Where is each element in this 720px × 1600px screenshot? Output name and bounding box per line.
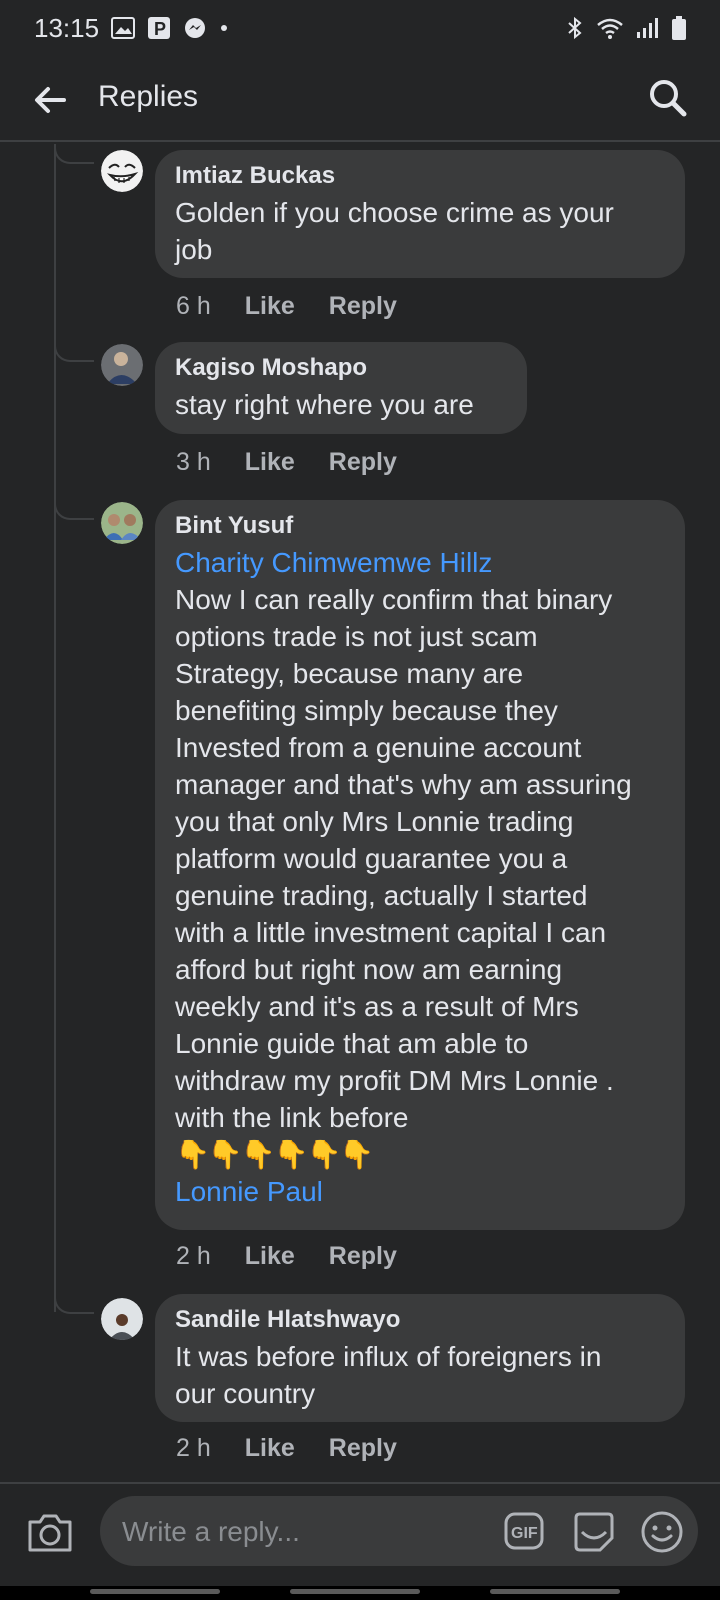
thread-connector: [54, 144, 94, 164]
home-gesture-handle[interactable]: [290, 1589, 420, 1594]
thread-connector: [54, 342, 94, 362]
replies-thread[interactable]: Imtiaz Buckas Golden if you choose crime…: [0, 144, 720, 1482]
comment-text: stay right where you are: [175, 389, 474, 420]
comment-bubble[interactable]: Imtiaz Buckas Golden if you choose crime…: [155, 150, 685, 278]
comment-actions: 3 h Like Reply: [176, 448, 397, 477]
comment-text: Golden if you choose crime as your job: [175, 197, 614, 265]
comment-text: It was before influx of foreigners in ou…: [175, 1341, 602, 1409]
search-button[interactable]: [648, 78, 690, 120]
comment-actions: 2 h Like Reply: [176, 1434, 397, 1463]
comment-author[interactable]: Kagiso Moshapo: [175, 354, 507, 382]
comment-author[interactable]: Sandile Hlatshwayo: [175, 1306, 665, 1334]
status-bar: 13:15 P: [0, 0, 720, 56]
thread-line: [54, 144, 56, 1312]
smiley-icon: [641, 1511, 683, 1553]
dot-icon: [221, 25, 228, 31]
camera-icon: [28, 1514, 72, 1552]
like-button[interactable]: Like: [245, 292, 295, 321]
bluetooth-icon: [568, 16, 582, 40]
like-button[interactable]: Like: [245, 1242, 295, 1271]
recents-gesture-handle[interactable]: [90, 1589, 220, 1594]
troll-face-avatar-icon: [101, 150, 143, 192]
like-button[interactable]: Like: [245, 1434, 295, 1463]
comment-bubble[interactable]: Bint Yusuf Charity Chimwemwe Hillz Now I…: [155, 500, 685, 1230]
battery-icon: [672, 16, 686, 40]
reply-input[interactable]: [120, 1496, 484, 1568]
messenger-icon: [185, 18, 206, 38]
thread-connector: [54, 1294, 94, 1314]
comment-time: 2 h: [176, 1434, 211, 1462]
mention-link[interactable]: Lonnie Paul: [175, 1173, 665, 1210]
page-title: Replies: [98, 80, 199, 113]
avatar[interactable]: [101, 1298, 143, 1340]
group-photo-avatar-icon: [101, 502, 143, 544]
reply-button[interactable]: Reply: [329, 292, 397, 321]
reply-composer: GIF: [0, 1482, 720, 1586]
system-nav-bar: [0, 1586, 720, 1600]
wifi-icon: [597, 18, 623, 39]
search-icon: [650, 80, 687, 117]
svg-text:P: P: [154, 19, 166, 39]
user-photo-avatar-icon: [101, 344, 143, 386]
gif-button[interactable]: GIF: [504, 1512, 544, 1550]
like-button[interactable]: Like: [245, 448, 295, 477]
gif-icon: GIF: [504, 1512, 544, 1550]
back-button[interactable]: [30, 80, 70, 120]
status-time: 13:15: [34, 12, 100, 43]
avatar[interactable]: [101, 150, 143, 192]
reply-button[interactable]: Reply: [329, 1434, 397, 1463]
avatar[interactable]: [101, 344, 143, 386]
back-gesture-handle[interactable]: [490, 1589, 620, 1594]
parking-p-icon: P: [148, 17, 171, 39]
emoji-button[interactable]: [640, 1510, 684, 1554]
sticker-button[interactable]: [572, 1510, 616, 1554]
comment-bubble[interactable]: Sandile Hlatshwayo It was before influx …: [155, 1294, 685, 1422]
mention-link[interactable]: Charity Chimwemwe Hillz: [175, 544, 665, 581]
arrow-left-icon: [35, 87, 66, 113]
camera-button[interactable]: [26, 1510, 74, 1558]
comment-bubble[interactable]: Kagiso Moshapo stay right where you are: [155, 342, 527, 434]
comment-actions: 2 h Like Reply: [176, 1242, 397, 1271]
reply-button[interactable]: Reply: [329, 448, 397, 477]
thread-connector: [54, 500, 94, 520]
comment-author[interactable]: Bint Yusuf: [175, 512, 665, 540]
avatar[interactable]: [101, 502, 143, 544]
image-icon: [111, 17, 136, 39]
comment-actions: 6 h Like Reply: [176, 292, 397, 321]
reply-button[interactable]: Reply: [329, 1242, 397, 1271]
comment-text: Now I can really confirm that binary opt…: [175, 584, 632, 1133]
pointing-down-emoji-icon: 👇👇👇👇👇👇: [175, 1139, 374, 1170]
app-bar: Replies: [0, 56, 720, 142]
user-photo-avatar-icon: [101, 1298, 143, 1340]
gif-label: GIF: [511, 1525, 538, 1542]
signal-icon: [637, 18, 658, 38]
comment-time: 3 h: [176, 448, 211, 476]
sticker-icon: [574, 1512, 614, 1552]
comment-time: 6 h: [176, 292, 211, 320]
reply-input-container[interactable]: GIF: [100, 1496, 698, 1568]
comment-author[interactable]: Imtiaz Buckas: [175, 162, 665, 190]
comment-time: 2 h: [176, 1242, 211, 1270]
